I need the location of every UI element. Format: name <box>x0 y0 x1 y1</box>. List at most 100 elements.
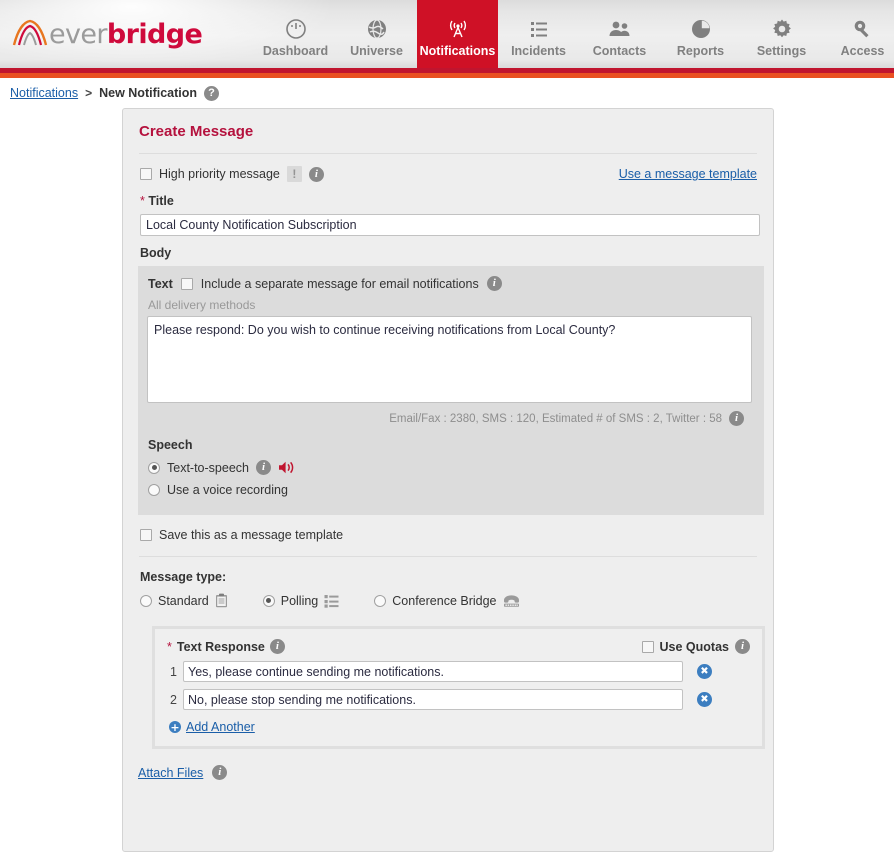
nav-label-reports: Reports <box>677 44 724 58</box>
separate-email-info-icon[interactable]: i <box>487 276 502 291</box>
breadcrumb: Notifications > New Notification ? <box>0 78 894 108</box>
clipboard-icon <box>215 593 228 608</box>
nav-item-reports[interactable]: Reports <box>660 0 741 68</box>
broadcast-tower-icon <box>446 16 470 42</box>
response-row: 1 ✖ <box>167 661 750 682</box>
text-response-label: Text Response <box>177 640 265 654</box>
nav-label-settings: Settings <box>757 44 806 58</box>
logo-ever: ever <box>49 19 107 50</box>
people-icon <box>608 16 632 42</box>
save-template-checkbox[interactable] <box>140 529 152 541</box>
message-type-conference-bridge[interactable]: Conference Bridge <box>374 594 519 608</box>
nav-item-contacts[interactable]: Contacts <box>579 0 660 68</box>
message-type-divider <box>139 556 757 557</box>
title-input[interactable] <box>140 214 760 236</box>
text-to-speech-label: Text-to-speech <box>167 461 249 475</box>
polling-label: Polling <box>281 594 319 608</box>
body-gray-box: Text Include a separate message for emai… <box>138 266 764 515</box>
add-another-link[interactable]: Add Another <box>186 720 255 734</box>
nav-label-contacts: Contacts <box>593 44 646 58</box>
polling-response-box: * Text Response i Use Quotas i 1 ✖ 2 ✖ <box>152 626 765 749</box>
exclamation-icon: ! <box>287 166 302 182</box>
message-type-polling[interactable]: Polling <box>263 594 340 608</box>
add-another-row[interactable]: + Add Another <box>167 720 750 734</box>
message-type-label: Message type: <box>123 570 773 584</box>
page-title: Create Message <box>123 109 773 140</box>
required-star-response: * <box>167 640 172 654</box>
telephone-icon <box>503 594 520 608</box>
text-label: Text <box>148 277 173 291</box>
nav-item-dashboard[interactable]: Dashboard <box>255 0 336 68</box>
nav-item-incidents[interactable]: Incidents <box>498 0 579 68</box>
nav-label-universe: Universe <box>350 44 403 58</box>
breadcrumb-current-page: New Notification <box>99 86 197 100</box>
attach-files-row: Attach Files i <box>138 765 773 780</box>
save-template-row[interactable]: Save this as a message template <box>123 528 773 542</box>
everbridge-logo[interactable]: everbridge <box>12 14 202 54</box>
title-label-text: Title <box>148 194 173 208</box>
text-options-row: Text Include a separate message for emai… <box>138 276 764 291</box>
nav-label-incidents: Incidents <box>511 44 566 58</box>
nav-item-universe[interactable]: Universe <box>336 0 417 68</box>
high-priority-label: High priority message <box>159 167 280 181</box>
speech-option-voice-recording[interactable]: Use a voice recording <box>138 483 764 497</box>
nav-item-settings[interactable]: Settings <box>741 0 822 68</box>
gear-icon <box>771 16 793 42</box>
use-quotas-info-icon[interactable]: i <box>735 639 750 654</box>
key-icon <box>852 16 874 42</box>
list-icon <box>528 16 550 42</box>
standard-label: Standard <box>158 594 209 608</box>
nav-item-access[interactable]: Access <box>822 0 894 68</box>
message-type-standard[interactable]: Standard <box>140 593 228 608</box>
high-priority-row: High priority message ! i Use a message … <box>123 154 773 182</box>
app-header: everbridge Dashboard Universe Notificati… <box>0 0 894 68</box>
use-quotas-checkbox[interactable] <box>642 641 654 653</box>
speech-option-text-to-speech[interactable]: Text-to-speech i <box>138 460 764 475</box>
use-message-template-link[interactable]: Use a message template <box>619 167 757 181</box>
nav-label-dashboard: Dashboard <box>263 44 328 58</box>
add-icon[interactable]: + <box>169 721 181 733</box>
speech-section-label: Speech <box>138 438 764 452</box>
everbridge-wordmark: everbridge <box>49 19 202 50</box>
voice-recording-radio[interactable] <box>148 484 160 496</box>
create-message-panel: Create Message High priority message ! i… <box>122 108 774 852</box>
poll-list-icon <box>324 594 339 608</box>
delete-response-2-button[interactable]: ✖ <box>697 692 712 707</box>
breadcrumb-link-notifications[interactable]: Notifications <box>10 86 78 100</box>
polling-radio[interactable] <box>263 595 275 607</box>
high-priority-checkbox[interactable] <box>140 168 152 180</box>
save-template-label: Save this as a message template <box>159 528 343 542</box>
response-input-1[interactable] <box>183 661 683 682</box>
help-icon[interactable]: ? <box>204 86 219 101</box>
required-star-title: * <box>140 194 145 208</box>
character-counts-info-icon[interactable]: i <box>729 411 744 426</box>
nav-item-notifications[interactable]: Notifications <box>417 0 498 68</box>
text-response-header: * Text Response i Use Quotas i <box>167 639 750 654</box>
message-type-options: Standard Polling Conference Bridge <box>123 593 773 608</box>
nav-label-notifications: Notifications <box>420 44 496 58</box>
speaker-icon[interactable] <box>278 460 295 475</box>
pie-chart-icon <box>690 16 712 42</box>
text-response-info-icon[interactable]: i <box>270 639 285 654</box>
use-quotas-group[interactable]: Use Quotas i <box>642 639 750 654</box>
main-navigation: Dashboard Universe Notifications Inciden… <box>255 0 894 68</box>
separate-email-checkbox[interactable] <box>181 278 193 290</box>
nav-label-access: Access <box>841 44 885 58</box>
standard-radio[interactable] <box>140 595 152 607</box>
high-priority-info-icon[interactable]: i <box>309 167 324 182</box>
response-input-2[interactable] <box>183 689 683 710</box>
attach-files-link[interactable]: Attach Files <box>138 766 203 780</box>
text-to-speech-info-icon[interactable]: i <box>256 460 271 475</box>
message-body-textarea[interactable] <box>147 316 752 403</box>
character-counts-text: Email/Fax : 2380, SMS : 120, Estimated #… <box>389 413 722 425</box>
attach-files-info-icon[interactable]: i <box>212 765 227 780</box>
body-section-label: Body <box>123 236 773 260</box>
response-number: 2 <box>167 693 177 707</box>
text-to-speech-radio[interactable] <box>148 462 160 474</box>
use-quotas-label: Use Quotas <box>660 640 729 654</box>
conference-bridge-radio[interactable] <box>374 595 386 607</box>
delete-response-1-button[interactable]: ✖ <box>697 664 712 679</box>
high-priority-group[interactable]: High priority message ! i <box>140 166 324 182</box>
response-number: 1 <box>167 665 177 679</box>
polling-response-inner: * Text Response i Use Quotas i 1 ✖ 2 ✖ <box>155 629 762 746</box>
